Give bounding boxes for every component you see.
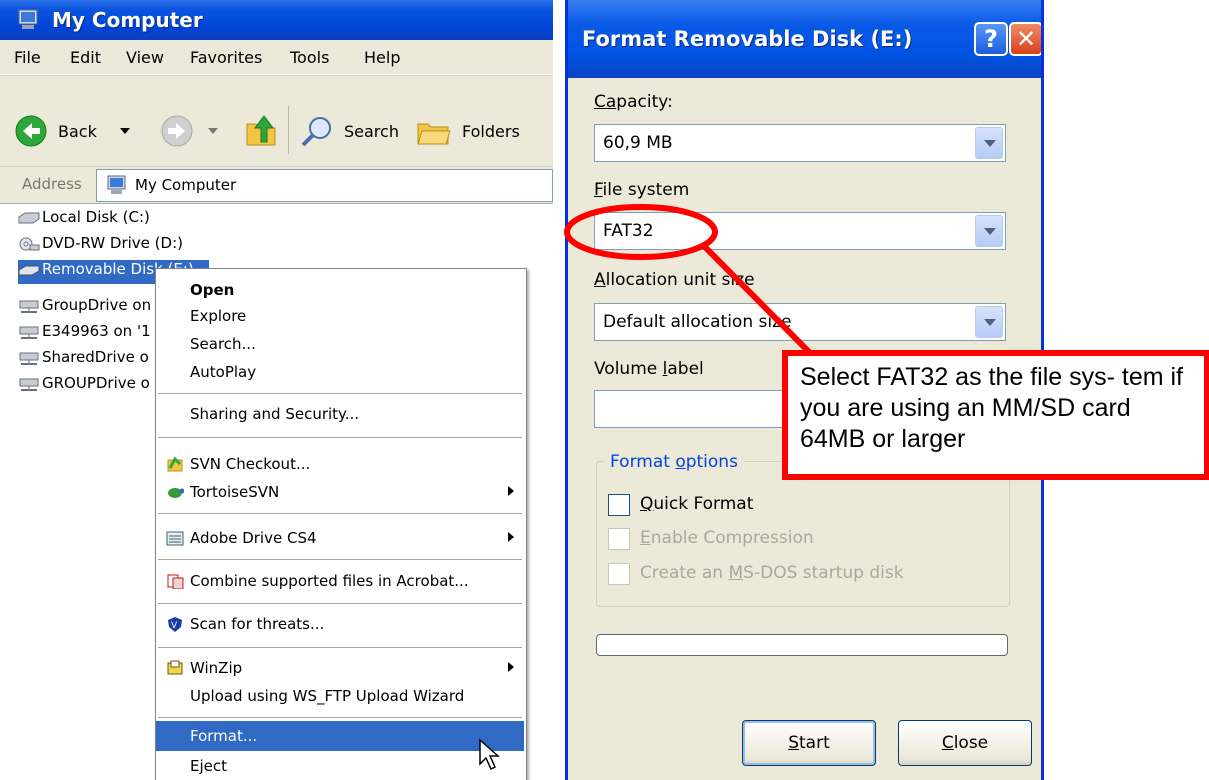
callout-text: Select FAT32 as the file sys- tem if you… xyxy=(800,363,1184,453)
callout-box: Select FAT32 as the file sys- tem if you… xyxy=(782,350,1209,480)
callout-pointer-line xyxy=(701,243,818,361)
fat32-highlight-ellipse xyxy=(564,204,718,260)
